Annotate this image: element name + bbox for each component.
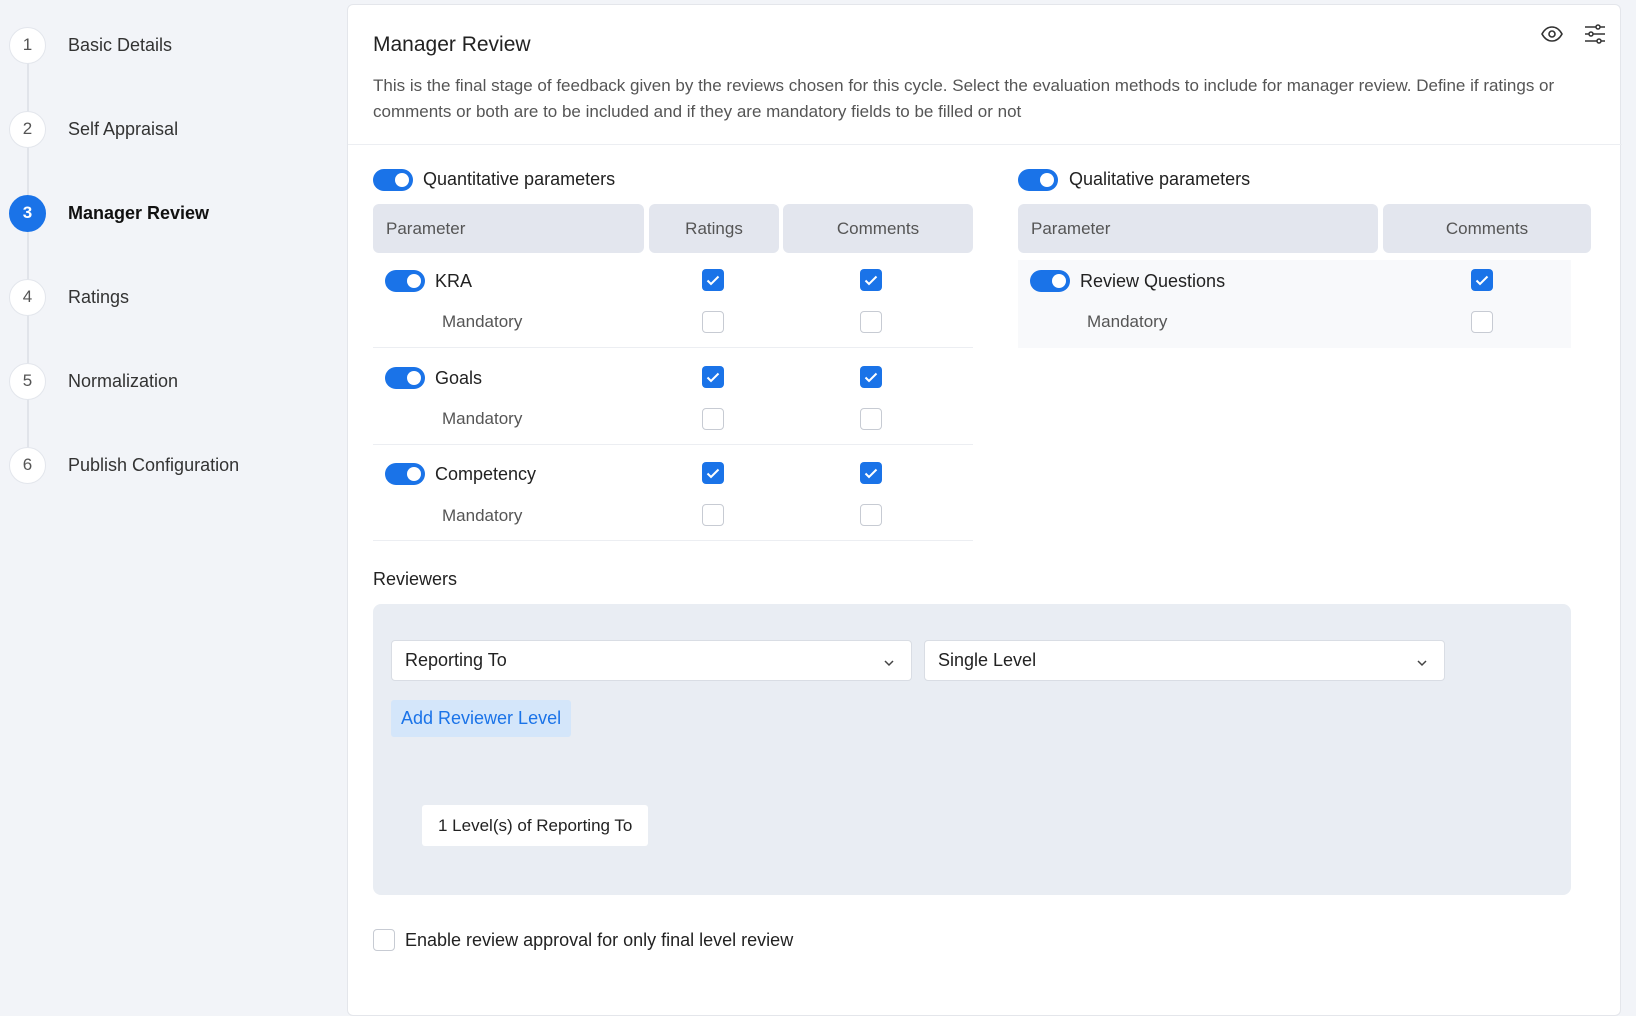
quantitative-label: Quantitative parameters (423, 169, 616, 189)
kra-comments-checkbox[interactable] (860, 269, 882, 291)
kra-ratings-checkbox[interactable] (702, 269, 724, 291)
competency-ratings-checkbox[interactable] (702, 462, 724, 484)
step-number: 3 (9, 194, 46, 232)
reviewer-type-value: Reporting To (405, 650, 507, 670)
step-publish-configuration[interactable]: 6 Publish Configuration (9, 446, 239, 484)
goals-mandatory-label: Mandatory (442, 409, 523, 428)
quant-header-ratings: Ratings (649, 204, 779, 253)
final-level-approval-label: Enable review approval for only final le… (405, 929, 794, 950)
review-questions-comments-checkbox[interactable] (1471, 269, 1493, 291)
step-number: 5 (9, 362, 46, 400)
row-divider (373, 444, 973, 445)
competency-label: Competency (435, 464, 537, 484)
reviewer-type-select[interactable]: Reporting To (391, 640, 912, 681)
kra-mandatory-comments-checkbox[interactable] (860, 311, 882, 333)
quant-header-parameter: Parameter (373, 204, 644, 253)
quant-header-comments: Comments (783, 204, 973, 253)
goals-ratings-checkbox[interactable] (702, 366, 724, 388)
step-number: 6 (9, 446, 46, 484)
qualitative-toggle[interactable] (1018, 169, 1058, 191)
step-label: Self Appraisal (68, 118, 179, 139)
competency-comments-checkbox[interactable] (860, 462, 882, 484)
level-type-value: Single Level (938, 650, 1037, 670)
review-questions-toggle[interactable] (1030, 270, 1070, 292)
kra-label: KRA (435, 271, 473, 291)
step-navigation: 1 Basic Details 2 Self Appraisal 3 Manag… (0, 0, 340, 1016)
review-questions-mandatory-checkbox[interactable] (1471, 311, 1493, 333)
goals-toggle[interactable] (385, 367, 425, 389)
level-type-select[interactable]: Single Level (924, 640, 1445, 681)
chevron-down-icon (883, 653, 895, 674)
qual-header-comments: Comments (1383, 204, 1591, 253)
step-self-appraisal[interactable]: 2 Self Appraisal (9, 110, 178, 148)
step-manager-review[interactable]: 3 Manager Review (9, 194, 209, 232)
step-label: Ratings (68, 286, 130, 307)
row-divider (373, 540, 973, 541)
step-number: 1 (9, 26, 46, 64)
competency-mandatory-ratings-checkbox[interactable] (702, 504, 724, 526)
step-normalization[interactable]: 5 Normalization (9, 362, 178, 400)
approval-option[interactable]: Enable review approval for only final le… (373, 929, 793, 951)
goals-label: Goals (435, 368, 483, 388)
step-basic-details[interactable]: 1 Basic Details (9, 26, 172, 64)
review-questions-mandatory-label: Mandatory (1087, 312, 1168, 331)
step-label: Manager Review (68, 202, 210, 223)
step-label: Publish Configuration (68, 454, 240, 475)
goals-comments-checkbox[interactable] (860, 366, 882, 388)
manager-review-panel: Manager Review This is the final stage o… (347, 4, 1622, 1016)
page-title: Manager Review (373, 33, 531, 56)
kra-mandatory-ratings-checkbox[interactable] (702, 311, 724, 333)
step-label: Basic Details (68, 34, 173, 55)
competency-toggle[interactable] (385, 463, 425, 485)
reviewers-box: Reporting To Single Level Add Reviewer L… (373, 604, 1571, 895)
quantitative-toggle[interactable] (373, 169, 413, 191)
reviewer-level-chip: 1 Level(s) of Reporting To (422, 805, 649, 846)
step-number: 4 (9, 278, 46, 316)
eye-icon[interactable] (1539, 21, 1565, 47)
goals-mandatory-comments-checkbox[interactable] (860, 408, 882, 430)
row-divider (373, 347, 973, 348)
qual-header-parameter: Parameter (1018, 204, 1378, 253)
step-number: 2 (9, 110, 46, 148)
qualitative-label: Qualitative parameters (1069, 169, 1251, 189)
reviewers-title: Reviewers (373, 569, 458, 589)
sliders-icon[interactable] (1582, 21, 1608, 47)
review-questions-label: Review Questions (1080, 271, 1226, 291)
kra-mandatory-label: Mandatory (442, 312, 523, 331)
chevron-down-icon (1416, 653, 1428, 674)
goals-mandatory-ratings-checkbox[interactable] (702, 408, 724, 430)
step-label: Normalization (68, 370, 179, 391)
competency-mandatory-label: Mandatory (442, 506, 523, 525)
add-reviewer-level-button[interactable]: Add Reviewer Level (391, 700, 572, 737)
page-description: This is the final stage of feedback give… (373, 76, 1555, 121)
kra-toggle[interactable] (385, 270, 425, 292)
final-level-approval-checkbox[interactable] (373, 929, 395, 951)
step-ratings[interactable]: 4 Ratings (9, 278, 129, 316)
competency-mandatory-comments-checkbox[interactable] (860, 504, 882, 526)
header-divider (348, 144, 1622, 145)
